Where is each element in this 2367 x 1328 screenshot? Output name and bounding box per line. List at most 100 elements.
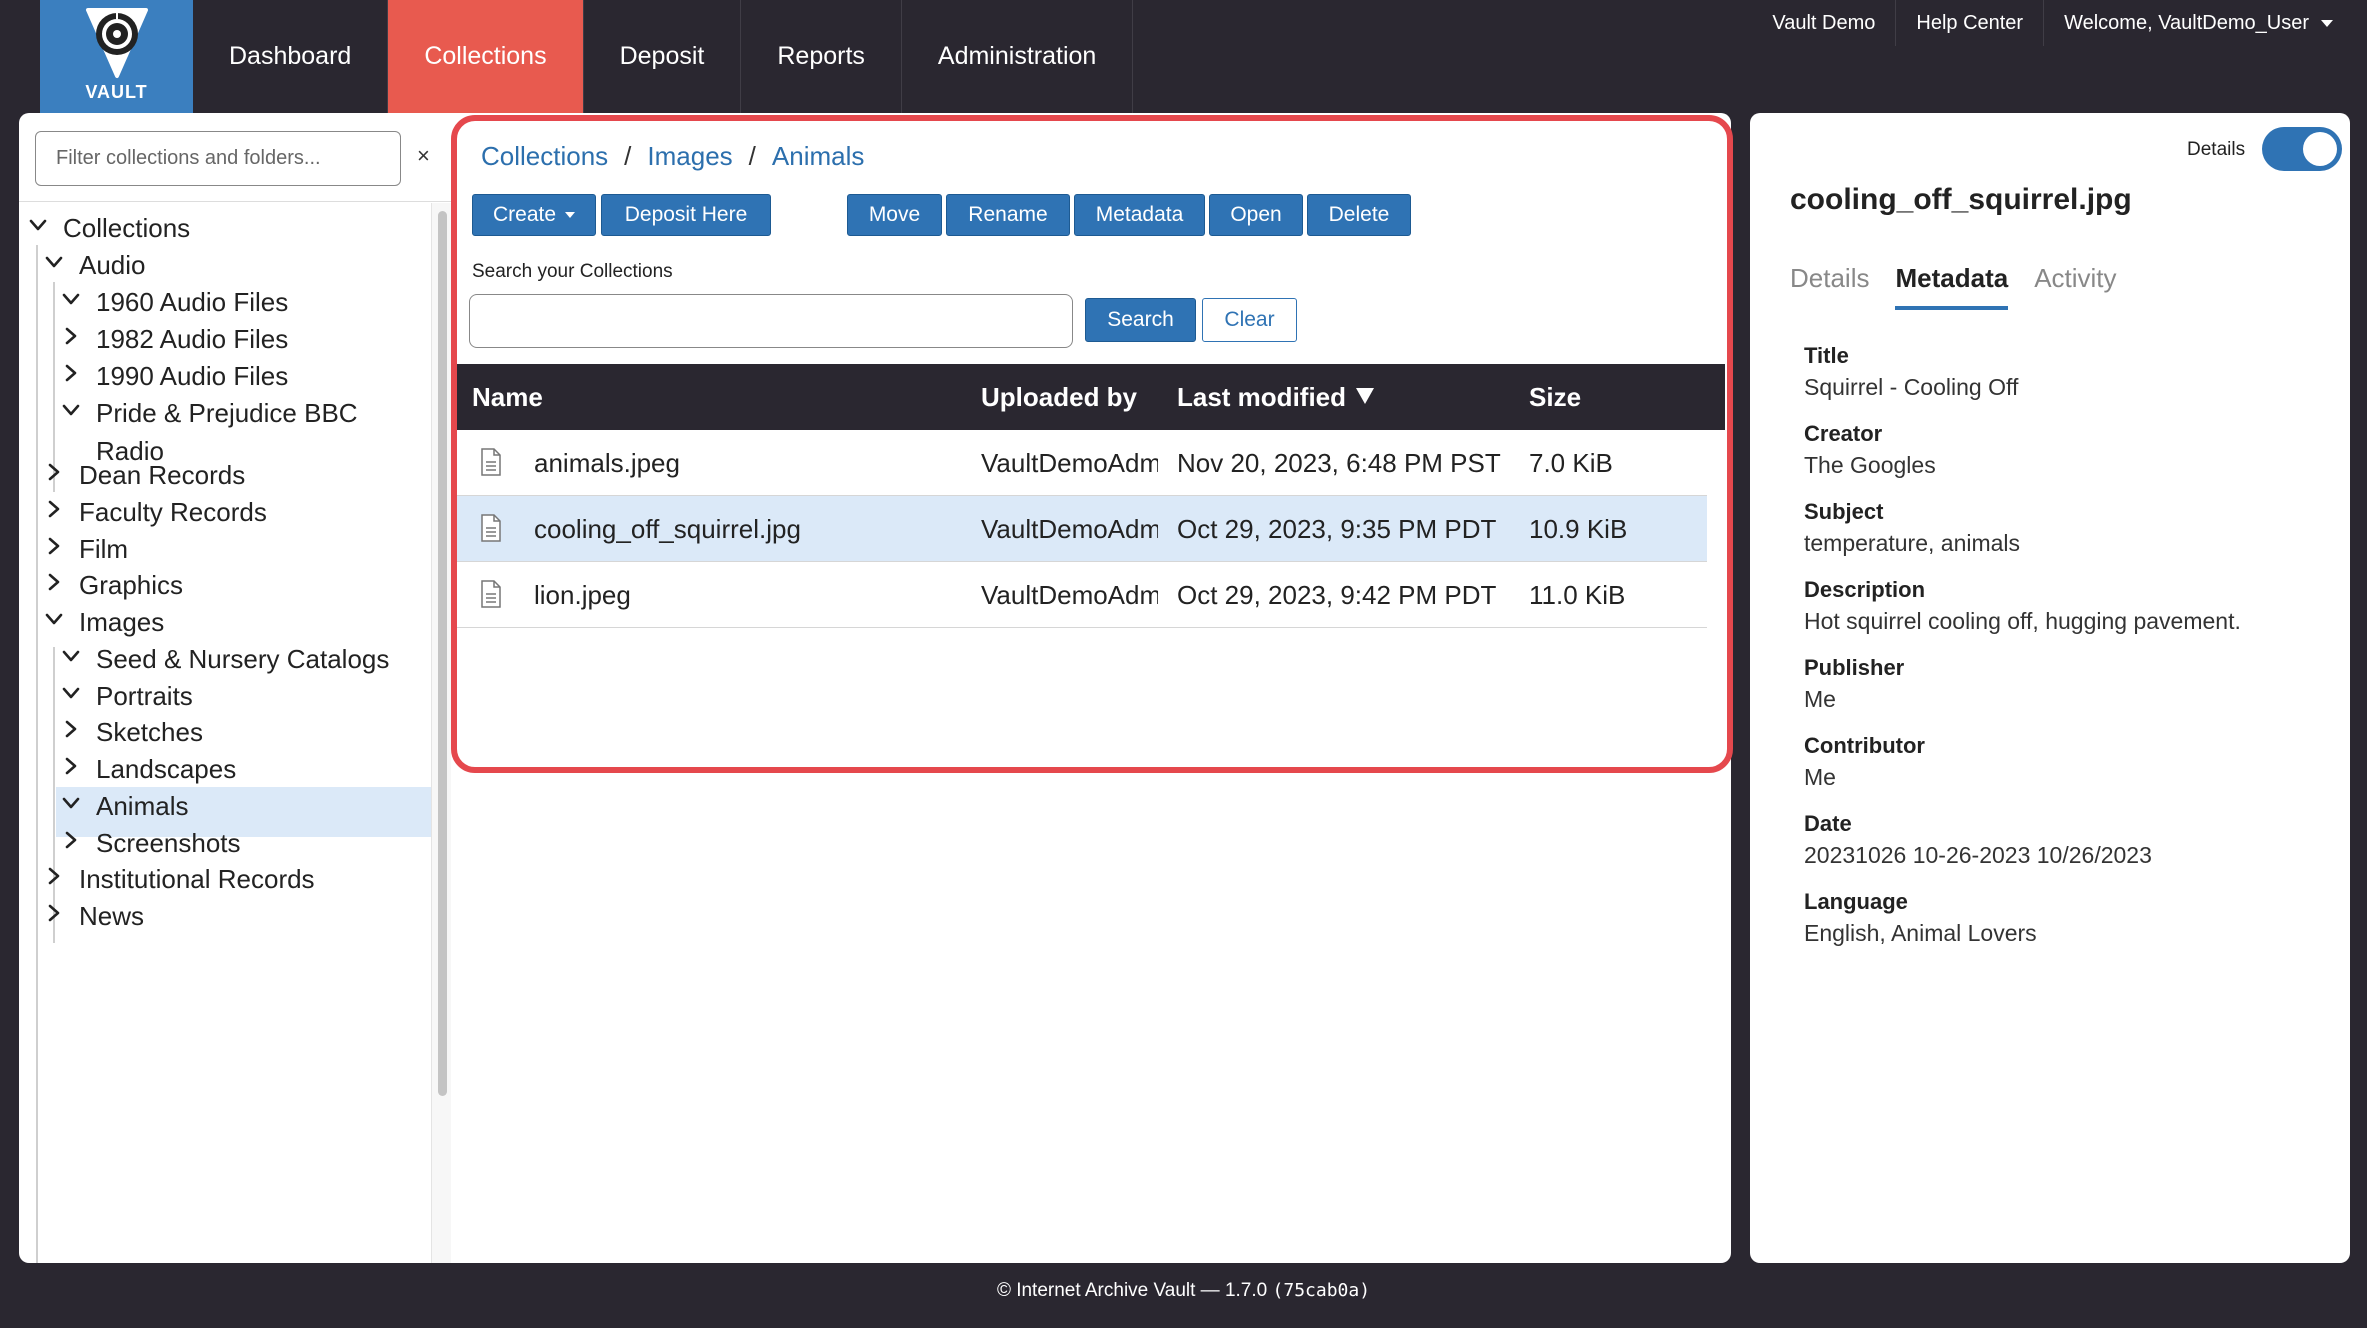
metadata-item: Description Hot squirrel cooling off, hug… (1804, 575, 2324, 638)
nav-administration[interactable]: Administration (902, 0, 1134, 113)
search-input[interactable] (469, 294, 1073, 348)
details-toggle[interactable] (2262, 127, 2342, 171)
chevron-right-icon[interactable] (60, 755, 82, 777)
chevron-right-icon[interactable] (43, 865, 65, 887)
chevron-right-icon[interactable] (43, 571, 65, 593)
metadata-value: Hot squirrel cooling off, hugging paveme… (1804, 608, 2241, 634)
table-row[interactable]: animals.jpeg VaultDemoAdmin Nov 20, 2023, … (457, 430, 1707, 496)
metadata-value: The Googles (1804, 452, 1936, 478)
metadata-key: Subject (1804, 499, 1884, 524)
column-name[interactable]: Name (472, 382, 543, 413)
details-panel: Details cooling_off_squirrel.jpg Details… (1750, 113, 2350, 1263)
tree-item-label: Screenshots (96, 828, 241, 858)
chevron-right-icon[interactable] (60, 325, 82, 347)
table-row[interactable]: cooling_off_squirrel.jpg VaultDemoAdmin Oc… (457, 496, 1707, 562)
metadata-item: Publisher Me (1804, 653, 2324, 716)
user-menu[interactable]: Welcome, VaultDemo_User (2043, 0, 2367, 46)
chevron-down-icon[interactable] (43, 251, 65, 273)
column-last-modified[interactable]: Last modified (1177, 382, 1375, 413)
tree-item[interactable]: News (43, 897, 431, 947)
vault-demo-link[interactable]: Vault Demo (1752, 0, 1895, 46)
tree-scrollbar-thumb[interactable] (438, 211, 447, 1096)
divider (19, 201, 451, 202)
tree-item-label: 1982 Audio Files (96, 324, 289, 354)
create-button[interactable]: Create (472, 194, 596, 236)
filter-clear-button[interactable]: × (417, 143, 430, 169)
metadata-key: Publisher (1804, 655, 1905, 680)
metadata-item: Language English, Animal Lovers (1804, 887, 2324, 950)
footer-text: © Internet Archive Vault — 1.7.0 (996, 1280, 1268, 1301)
chevron-right-icon[interactable] (43, 498, 65, 520)
move-button[interactable]: Move (847, 194, 942, 236)
tree-item-label: Film (79, 534, 129, 564)
chevron-down-icon[interactable] (60, 399, 82, 421)
tree-item-label: Collections (63, 213, 191, 243)
breadcrumb-collections[interactable]: Collections (481, 141, 608, 172)
vault-logo[interactable]: VAULT (40, 0, 193, 113)
filter-input[interactable] (35, 131, 401, 186)
vault-demo-label: Vault Demo (1772, 11, 1876, 34)
deposit-here-button[interactable]: Deposit Here (601, 194, 771, 236)
breadcrumb: Collections / Images / Animals (481, 141, 864, 172)
nav-dashboard[interactable]: Dashboard (193, 0, 389, 113)
tab-details[interactable]: Details (1790, 263, 1869, 310)
search-label: Search your Collections (472, 261, 673, 282)
files-table: Name Uploaded by Last modified Size anim… (457, 364, 1725, 628)
nav-collections[interactable]: Collections (388, 0, 584, 113)
tree-scrollbar[interactable] (431, 203, 451, 1263)
chevron-down-icon[interactable] (60, 288, 82, 310)
chevron-down-icon[interactable] (27, 214, 49, 236)
chevron-down-icon[interactable] (60, 792, 82, 814)
breadcrumb-separator: / (624, 141, 632, 171)
column-size[interactable]: Size (1529, 382, 1581, 413)
metadata-value: 20231026 10-26-2023 10/26/2023 (1804, 842, 2152, 868)
chevron-right-icon[interactable] (43, 461, 65, 483)
tab-metadata[interactable]: Metadata (1895, 263, 2009, 310)
column-uploaded-by[interactable]: Uploaded by (981, 382, 1137, 413)
chevron-right-icon[interactable] (43, 902, 65, 924)
column-last-modified-label: Last modified (1177, 382, 1347, 412)
search-button[interactable]: Search (1085, 298, 1196, 342)
breadcrumb-animals[interactable]: Animals (772, 141, 864, 172)
footer: © Internet Archive Vault — 1.7.0 (75cab0… (0, 1280, 2367, 1302)
file-icon (481, 580, 501, 608)
nav-reports[interactable]: Reports (741, 0, 902, 113)
chevron-down-icon[interactable] (60, 682, 82, 704)
tree-item-label: Institutional Records (79, 864, 315, 894)
nav-deposit[interactable]: Deposit (584, 0, 742, 113)
tree-item-label: Dean Records (79, 460, 246, 490)
table-header: Name Uploaded by Last modified Size (457, 364, 1725, 430)
cell-size: 10.9 KiB (1529, 514, 1628, 544)
metadata-button[interactable]: Metadata (1074, 194, 1205, 236)
chevron-right-icon[interactable] (60, 829, 82, 851)
tree-item-label: Faculty Records (79, 497, 267, 527)
tree-item-label: Animals (96, 791, 189, 821)
cell-name: animals.jpeg (534, 448, 680, 478)
metadata-item: Creator The Googles (1804, 419, 2324, 482)
caret-down-icon (565, 212, 576, 218)
rename-button[interactable]: Rename (946, 194, 1070, 236)
metadata-item: Date 20231026 10-26-2023 10/26/2023 (1804, 809, 2324, 872)
metadata-key: Title (1804, 343, 1849, 368)
chevron-down-icon[interactable] (43, 608, 65, 630)
chevron-right-icon[interactable] (60, 718, 82, 740)
clear-button[interactable]: Clear (1202, 298, 1297, 342)
help-center-link[interactable]: Help Center (1895, 0, 2043, 46)
toggle-knob (2303, 132, 2337, 166)
main-nav: Dashboard Collections Deposit Reports Ad… (193, 0, 1134, 113)
chevron-down-icon[interactable] (60, 645, 82, 667)
table-row[interactable]: lion.jpeg VaultDemoAdmin Oct 29, 2023, 9:4… (457, 562, 1707, 628)
chevron-right-icon[interactable] (43, 535, 65, 557)
metadata-value: Me (1804, 764, 1836, 790)
chevron-right-icon[interactable] (60, 362, 82, 384)
open-button[interactable]: Open (1209, 194, 1303, 236)
delete-button[interactable]: Delete (1307, 194, 1411, 236)
file-icon (481, 514, 501, 542)
tree-item-label: Seed & Nursery Catalogs (96, 644, 390, 674)
breadcrumb-images[interactable]: Images (647, 141, 732, 172)
top-bar: VAULT Dashboard Collections Deposit Repo… (0, 0, 2367, 113)
tree-item-label: Portraits (96, 681, 193, 711)
cell-name: lion.jpeg (534, 580, 631, 610)
help-center-label: Help Center (1916, 11, 2024, 34)
tab-activity[interactable]: Activity (2034, 263, 2116, 310)
